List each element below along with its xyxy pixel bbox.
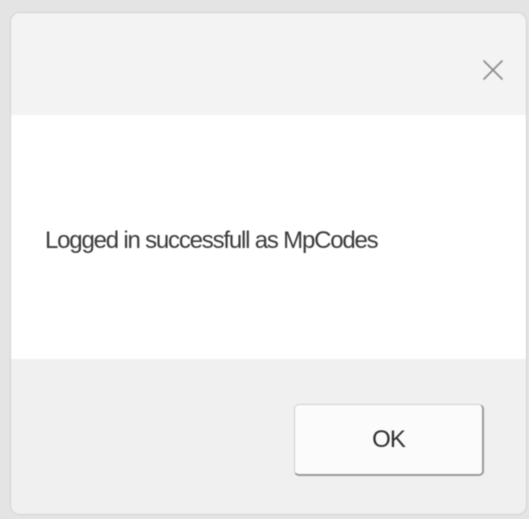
title-bar xyxy=(11,13,526,115)
close-icon xyxy=(483,60,503,80)
button-bar: OK xyxy=(11,359,526,514)
message-dialog: Logged in successfull as MpCodes OK xyxy=(10,12,527,515)
message-area: Logged in successfull as MpCodes xyxy=(11,115,526,359)
close-button[interactable] xyxy=(470,47,516,93)
message-text: Logged in successfull as MpCodes xyxy=(45,227,379,254)
ok-button[interactable]: OK xyxy=(294,404,484,476)
